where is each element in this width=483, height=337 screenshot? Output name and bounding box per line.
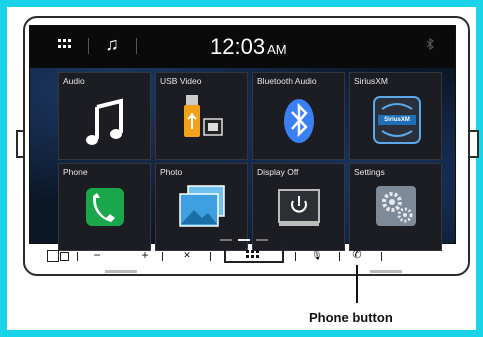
tile-label: USB Video [160,76,202,86]
music-note-icon [59,89,150,159]
apps-grid-icon[interactable] [58,39,72,49]
tile-display-off[interactable]: Display Off [252,163,345,251]
tile-bluetooth-audio[interactable]: Bluetooth Audio [252,72,345,160]
touchscreen: ♫ 12:03 AM Audio USB Video Bluetooth Aud… [29,25,456,251]
phone-button[interactable]: ✆ [349,244,365,266]
button-separator [162,252,163,261]
tile-label: Bluetooth Audio [257,76,317,86]
status-divider [88,38,89,54]
bottom-trim [370,270,402,273]
hardware-button-strip: − + ✕ 🎙 ✆ [29,244,456,268]
clock-ampm: AM [267,42,287,57]
tile-label: Display Off [257,167,299,177]
volume-down-button[interactable]: − [89,244,105,266]
button-separator [77,252,78,261]
siriusxm-icon: SiriusXM [350,89,441,159]
siriusxm-badge-text: SiriusXM [384,117,410,123]
button-separator [295,252,296,261]
tile-usb-video[interactable]: USB Video [155,72,248,160]
tile-settings[interactable]: Settings [349,163,442,251]
status-divider [136,38,137,54]
bluetooth-status-icon [426,37,434,53]
gears-icon [350,180,441,250]
home-button[interactable] [224,246,284,263]
callout-line [356,265,358,303]
button-separator [210,252,211,261]
tile-photo[interactable]: Photo [155,163,248,251]
status-bar: ♫ 12:03 AM [30,26,455,68]
tile-label: Phone [63,167,88,177]
right-bracket [469,130,479,158]
home-grid-icon [246,250,259,258]
voice-button[interactable]: 🎙 [309,244,325,266]
button-separator [339,252,340,261]
callout-label: Phone button [309,310,393,325]
tile-label: Photo [160,167,183,177]
tile-label: SiriusXM [354,76,389,86]
tile-label: Audio [63,76,85,86]
tile-phone[interactable]: Phone [58,163,151,251]
bottom-trim [105,270,137,273]
tile-label: Settings [354,167,385,177]
clock: 12:03 AM [210,34,287,60]
usb-video-icon [156,89,247,159]
phone-icon [59,180,150,250]
display-mode-icon[interactable] [47,250,69,262]
clock-time: 12:03 [210,34,266,59]
tile-audio[interactable]: Audio [58,72,151,160]
volume-up-button[interactable]: + [137,244,153,266]
mute-button[interactable]: ✕ [179,244,195,266]
button-separator [381,252,382,261]
bluetooth-icon [253,89,344,159]
page-indicator [220,239,268,241]
music-source-icon[interactable]: ♫ [102,33,122,55]
tile-siriusxm[interactable]: SiriusXM SiriusXM [349,72,442,160]
